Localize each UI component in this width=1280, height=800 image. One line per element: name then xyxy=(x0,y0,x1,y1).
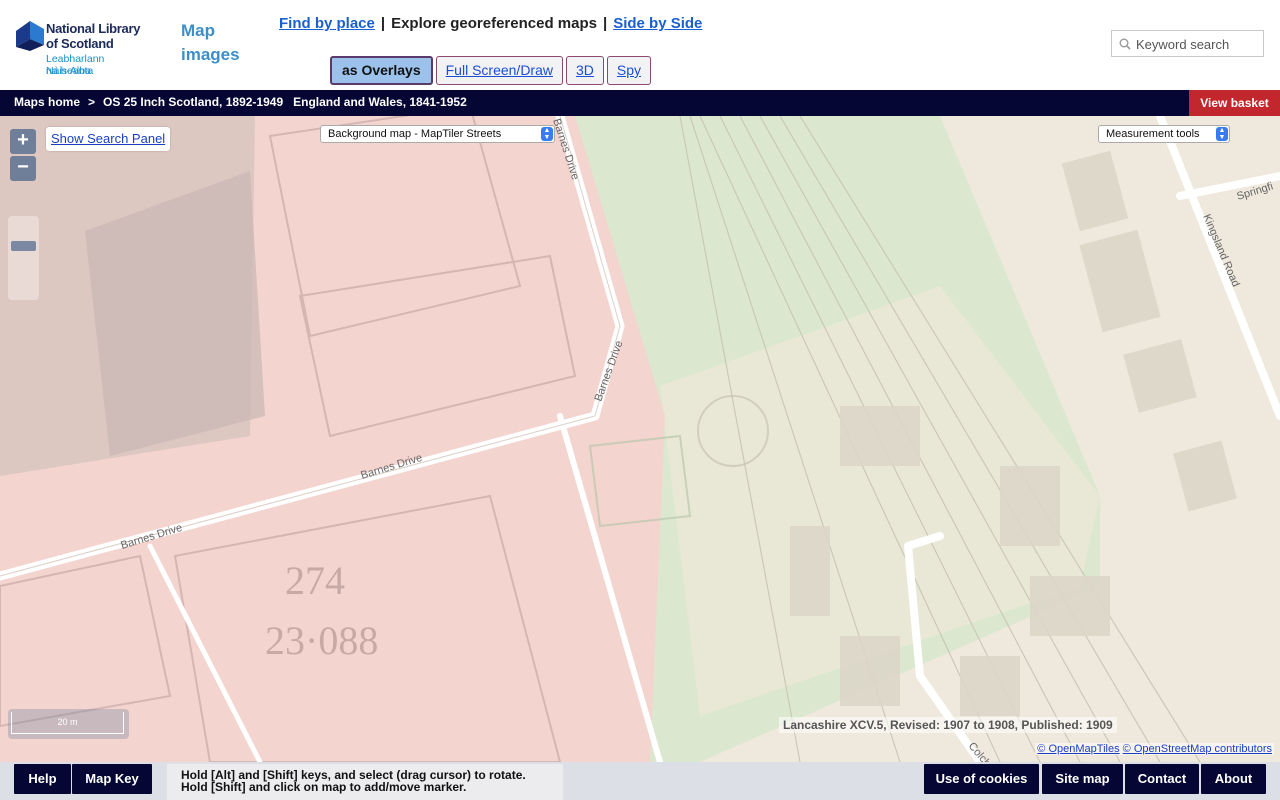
about-button[interactable]: About xyxy=(1201,764,1266,794)
map-key-button[interactable]: Map Key xyxy=(72,764,152,794)
opacity-slider-handle[interactable] xyxy=(11,241,36,251)
opacity-slider[interactable] xyxy=(8,216,39,300)
interaction-hint: Hold [Alt] and [Shift] keys, and select … xyxy=(167,764,563,800)
keyword-search-input[interactable] xyxy=(1136,35,1260,53)
breadcrumb-bar: Maps home > OS 25 Inch Scotland, 1892-1949… xyxy=(0,90,1280,116)
breadcrumb-arrow: > xyxy=(88,95,96,109)
measurement-tools-select[interactable]: Measurement tools ▲ ▼ xyxy=(1098,125,1230,143)
tab-as-overlays[interactable]: as Overlays xyxy=(330,56,433,85)
show-search-panel-button[interactable]: Show Search Panel xyxy=(46,127,171,151)
map-sheet-info: Lancashire XCV.5, Revised: 1907 to 1908,… xyxy=(779,717,1117,733)
help-button[interactable]: Help xyxy=(14,764,71,794)
current-page-label: Explore georeferenced maps xyxy=(391,15,597,32)
chevron-updown-icon: ▲ ▼ xyxy=(1216,127,1228,141)
zoom-in-button[interactable]: + xyxy=(10,129,36,154)
openstreetmap-link[interactable]: © OpenStreetMap contributors xyxy=(1123,743,1272,755)
tab-full-screen-draw[interactable]: Full Screen/Draw xyxy=(435,56,563,85)
side-by-side-link[interactable]: Side by Side xyxy=(613,15,702,32)
app-title[interactable]: Map images xyxy=(181,19,261,67)
hint-line-2: Hold [Shift] and click on map to add/mov… xyxy=(181,780,467,794)
breadcrumb-maps-home[interactable]: Maps home xyxy=(14,95,80,109)
map-attribution: © OpenMapTiles © OpenStreetMap contribut… xyxy=(1035,743,1274,755)
view-mode-tabs: as Overlays Full Screen/Draw 3D Spy xyxy=(330,56,652,85)
site-map-button[interactable]: Site map xyxy=(1042,764,1123,794)
tab-spy[interactable]: Spy xyxy=(606,56,652,85)
scale-bar: 20 m xyxy=(8,709,129,739)
top-navigation: Find by place | Explore georeferenced maps… xyxy=(279,15,702,32)
breadcrumb-england-and-wales[interactable]: England and Wales, 1841-1952 xyxy=(293,95,467,109)
parcel-area: 23·088 xyxy=(265,618,378,663)
breadcrumb: Maps home > OS 25 Inch Scotland, 1892-1949… xyxy=(14,95,467,109)
tab-3d[interactable]: 3D xyxy=(566,56,604,85)
logo-line-4: na h-Alba xyxy=(46,65,91,77)
background-map-value: Background map - MapTiler Streets xyxy=(328,128,502,140)
zoom-out-button[interactable]: − xyxy=(10,156,36,181)
parcel-number: 274 xyxy=(285,558,345,603)
nls-logo-icon xyxy=(16,21,44,51)
scale-bar-label: 20 m xyxy=(11,712,124,734)
measurement-tools-value: Measurement tools xyxy=(1106,128,1200,140)
header: National Library of Scotland Leabharlann… xyxy=(0,0,1280,90)
map-viewport[interactable]: Barnes Drive Barnes Drive Barnes Drive B… xyxy=(0,116,1280,762)
chevron-updown-icon: ▲ ▼ xyxy=(541,127,553,141)
logo-line-2: of Scotland xyxy=(46,36,114,51)
openmaptiles-link[interactable]: © OpenMapTiles xyxy=(1037,743,1119,755)
background-map-select[interactable]: Background map - MapTiler Streets ▲ ▼ xyxy=(320,125,555,143)
search-icon xyxy=(1119,38,1131,50)
contact-button[interactable]: Contact xyxy=(1125,764,1199,794)
use-of-cookies-button[interactable]: Use of cookies xyxy=(924,764,1039,794)
logo-line-1: National Library xyxy=(46,21,141,36)
breadcrumb-os-25-inch-scotland[interactable]: OS 25 Inch Scotland, 1892-1949 xyxy=(103,95,283,109)
map-canvas: Barnes Drive Barnes Drive Barnes Drive B… xyxy=(0,116,1280,762)
nav-separator: | xyxy=(380,15,386,32)
footer: Help Map Key Hold [Alt] and [Shift] keys… xyxy=(0,762,1280,800)
nav-separator: | xyxy=(602,15,608,32)
keyword-search-box[interactable] xyxy=(1111,30,1264,57)
nls-logo[interactable]: National Library of Scotland Leabharlann… xyxy=(14,15,154,77)
view-basket-button[interactable]: View basket xyxy=(1189,90,1280,116)
find-by-place-link[interactable]: Find by place xyxy=(279,15,375,32)
